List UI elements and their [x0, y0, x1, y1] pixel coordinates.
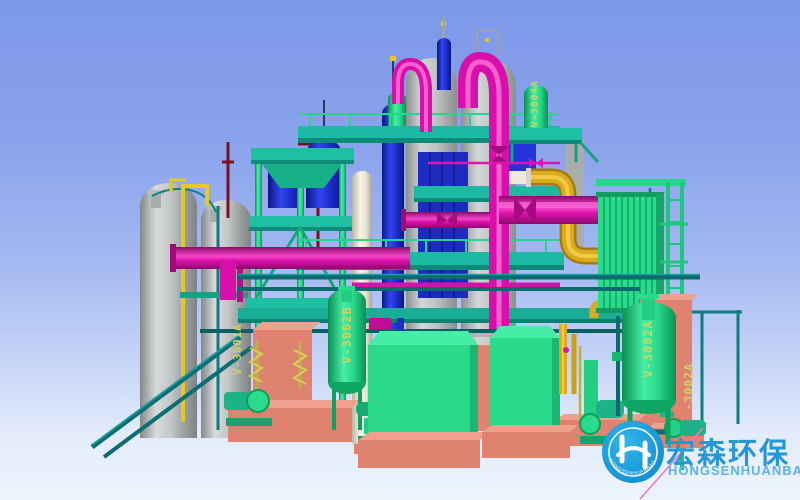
deck [251, 148, 354, 160]
small-bowtie [536, 158, 543, 168]
top-rail [596, 179, 686, 186]
magenta-header-flange [170, 244, 176, 272]
vessel-flange [638, 294, 659, 299]
v3004-deck-edge [506, 140, 582, 144]
pump-column [584, 360, 598, 420]
vessel-tag-v3001a: V-3001A [233, 315, 244, 383]
vent-tip [390, 56, 396, 61]
plinth-2-front [482, 432, 570, 458]
wall-top [253, 322, 320, 330]
pipe-loop-tip [485, 38, 489, 42]
hx-frame-top [596, 192, 664, 197]
brand-name-english: HONGSENHUANBAO [668, 463, 800, 478]
logo-badge: HONGSENHUANBAO [602, 421, 664, 483]
plinth-2-top [482, 425, 578, 432]
box-1-top [368, 331, 478, 345]
vessel-flange [338, 286, 355, 290]
plinth-1-top [358, 432, 488, 440]
deck [249, 216, 355, 227]
tank-1 [140, 183, 197, 438]
green-boxes [358, 326, 578, 468]
floating-tag-3002a: -3002A [683, 357, 695, 417]
vessel-tag-v3002b: V-3002B [341, 299, 353, 371]
vessel-tag-v3004a: V-3004A [530, 77, 540, 131]
deck-edge [251, 160, 354, 164]
pump-volute [247, 390, 269, 412]
plinth-1-front [358, 440, 480, 468]
box-2-top [490, 326, 560, 338]
blue-mini-column [437, 38, 451, 90]
pump-volute [580, 414, 600, 434]
pump-base [226, 418, 272, 426]
pipe-flange [526, 168, 531, 187]
stub-flange [401, 209, 406, 231]
magenta-header [172, 247, 410, 269]
side-nozzle [612, 352, 622, 361]
magenta-valve-block [369, 318, 391, 329]
vessel-tag-v3002a: V-3002A [642, 313, 654, 385]
magenta-valve [563, 347, 569, 353]
v3004-deck [506, 128, 582, 140]
plant-render-scene: HONGSENHUANBAO V-3001A V-3002B V-3004A V… [0, 0, 800, 500]
plant-render: HONGSENHUANBAO [0, 0, 800, 500]
